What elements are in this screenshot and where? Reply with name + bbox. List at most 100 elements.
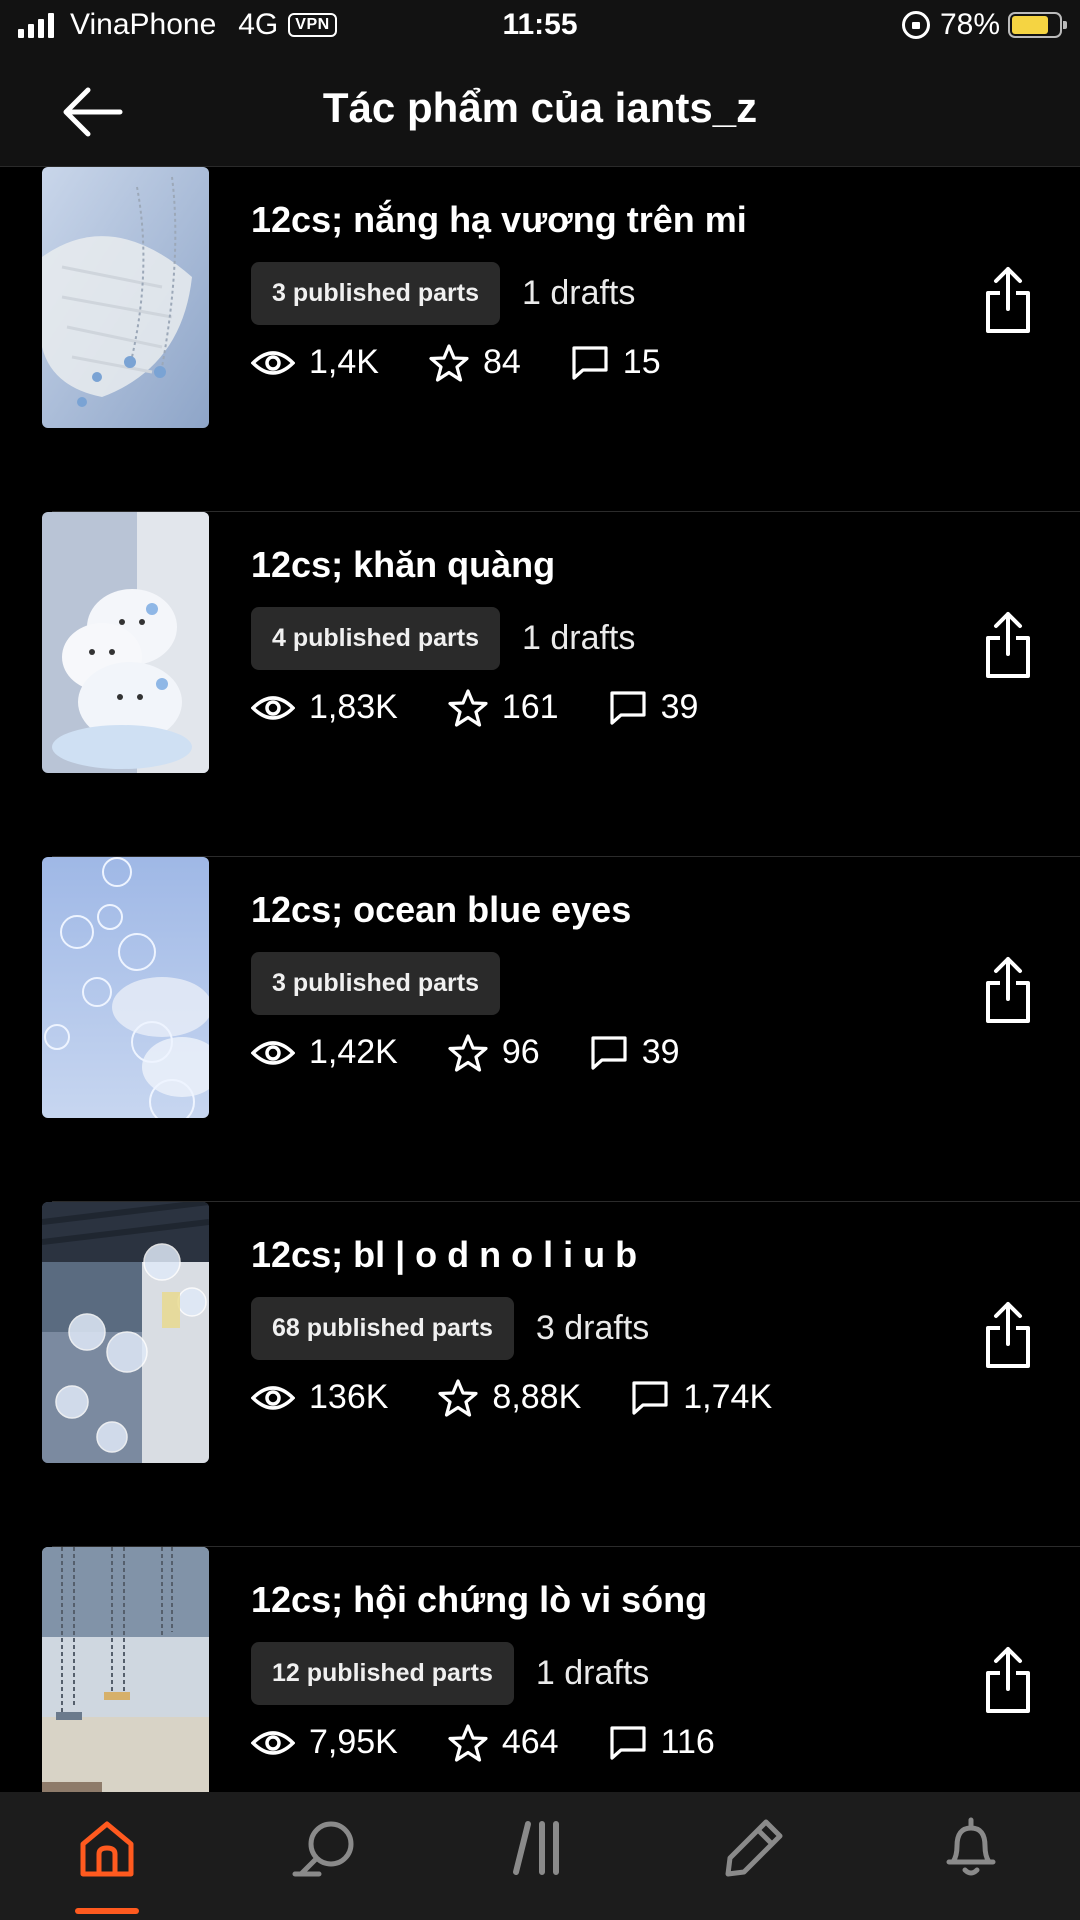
rotation-lock-icon	[901, 11, 930, 39]
eye-icon	[251, 695, 295, 720]
comments-stat: 15	[571, 343, 661, 382]
votes-stat: 96	[448, 1033, 540, 1072]
library-icon	[513, 1821, 559, 1875]
views-count: 1,42K	[309, 1033, 398, 1071]
star-icon	[448, 1033, 488, 1072]
published-parts-badge: 4 published parts	[251, 607, 500, 670]
story-title[interactable]: 12cs; ocean blue eyes	[251, 889, 631, 931]
share-icon	[986, 612, 1030, 678]
votes-count: 84	[482, 343, 521, 381]
story-title[interactable]: 12cs; hội chứng lò vi sóng	[251, 1579, 707, 1621]
parts-row: 3 published parts 1 drafts	[251, 262, 635, 325]
share-button[interactable]	[980, 1645, 1036, 1715]
stats-row: 136K 8,88K 1,74K	[251, 1378, 822, 1417]
nav-notifications[interactable]	[931, 1816, 1011, 1886]
back-button[interactable]	[60, 82, 130, 142]
arrow-left-icon	[63, 87, 123, 137]
comments-count: 1,74K	[683, 1378, 773, 1416]
published-parts-badge: 3 published parts	[251, 952, 500, 1015]
comment-icon	[572, 345, 608, 380]
star-icon	[448, 1723, 488, 1762]
status-right: 78%	[901, 8, 1067, 42]
story-cover[interactable]	[42, 1202, 209, 1463]
views-stat: 1,83K	[251, 688, 398, 727]
drafts-count: 1 drafts	[521, 619, 636, 657]
star-icon	[448, 688, 488, 727]
nav-search[interactable]	[286, 1816, 366, 1886]
share-button[interactable]	[980, 955, 1036, 1025]
nav-library[interactable]	[500, 1816, 580, 1886]
votes-count: 8,88K	[492, 1378, 582, 1416]
views-count: 136K	[309, 1378, 389, 1416]
comment-icon	[609, 1725, 646, 1760]
search-icon	[292, 1821, 354, 1877]
nav-active-indicator	[75, 1908, 139, 1914]
network-type: 4G	[238, 8, 279, 41]
parts-row: 3 published parts	[251, 952, 522, 1015]
drafts-count: 1 drafts	[521, 274, 636, 312]
published-parts-badge: 3 published parts	[251, 262, 500, 325]
story-title[interactable]: 12cs; khăn quàng	[251, 544, 555, 586]
signal-icon	[18, 12, 58, 38]
nav-write[interactable]	[714, 1816, 794, 1886]
eye-icon	[251, 1730, 295, 1755]
story-cover[interactable]	[42, 167, 209, 428]
battery-fill	[1012, 16, 1048, 34]
story-title[interactable]: 12cs; bl | o d n o l i u b	[251, 1234, 637, 1276]
stats-row: 1,42K 96 39	[251, 1033, 730, 1072]
share-icon	[986, 957, 1030, 1023]
comment-icon	[609, 690, 646, 725]
parts-row: 12 published parts 1 drafts	[251, 1642, 649, 1705]
battery-icon	[1008, 12, 1067, 38]
stats-row: 1,83K 161 39	[251, 688, 748, 727]
share-icon	[986, 1302, 1030, 1368]
comment-icon	[591, 1035, 627, 1070]
comments-stat: 116	[609, 1723, 715, 1762]
comments-count: 15	[622, 343, 661, 381]
stats-row: 7,95K 464 116	[251, 1723, 765, 1762]
share-button[interactable]	[980, 610, 1036, 680]
share-icon	[986, 1647, 1030, 1713]
votes-stat: 84	[429, 343, 521, 382]
vpn-badge: VPN	[288, 13, 337, 37]
comments-count: 116	[660, 1723, 715, 1761]
votes-stat: 464	[448, 1723, 559, 1762]
comments-stat: 39	[590, 1033, 680, 1072]
published-parts-badge: 68 published parts	[251, 1297, 514, 1360]
share-button[interactable]	[980, 1300, 1036, 1370]
story-cover[interactable]	[42, 857, 209, 1118]
votes-count: 96	[501, 1033, 540, 1071]
share-icon	[986, 267, 1030, 333]
battery-percent: 78%	[939, 8, 1000, 41]
eye-icon	[251, 350, 295, 375]
views-stat: 1,4K	[251, 343, 379, 382]
status-left: VinaPhone 4G VPN	[18, 8, 337, 42]
story-cover[interactable]	[42, 512, 209, 773]
bottom-nav	[0, 1792, 1080, 1920]
star-icon	[429, 343, 469, 382]
nav-home[interactable]	[67, 1816, 147, 1886]
story-item[interactable]: 12cs; hội chứng lò vi sóng 12 published …	[0, 1547, 1080, 1792]
story-item[interactable]: 12cs; khăn quàng 4 published parts 1 dra…	[0, 512, 1080, 857]
share-button[interactable]	[980, 265, 1036, 335]
comments-count: 39	[641, 1033, 680, 1071]
views-stat: 7,95K	[251, 1723, 398, 1762]
views-count: 7,95K	[309, 1723, 398, 1761]
eye-icon	[251, 1385, 295, 1410]
published-parts-badge: 12 published parts	[251, 1642, 514, 1705]
story-cover[interactable]	[42, 1547, 209, 1792]
views-stat: 1,42K	[251, 1033, 398, 1072]
views-stat: 136K	[251, 1378, 388, 1417]
votes-stat: 8,88K	[438, 1378, 581, 1417]
votes-count: 161	[501, 688, 559, 726]
status-bar: VinaPhone 4G VPN 11:55 78%	[0, 0, 1080, 56]
comment-icon	[632, 1380, 668, 1415]
story-item[interactable]: 12cs; ocean blue eyes 3 published parts …	[0, 857, 1080, 1202]
comments-stat: 1,74K	[631, 1378, 772, 1417]
story-item[interactable]: 12cs; nắng hạ vương trên mi 3 published …	[0, 167, 1080, 512]
story-title[interactable]: 12cs; nắng hạ vương trên mi	[251, 199, 747, 241]
parts-row: 68 published parts 3 drafts	[251, 1297, 649, 1360]
views-count: 1,4K	[309, 343, 379, 381]
comments-stat: 39	[609, 688, 698, 727]
story-item[interactable]: 12cs; bl | o d n o l i u b 68 published …	[0, 1202, 1080, 1547]
